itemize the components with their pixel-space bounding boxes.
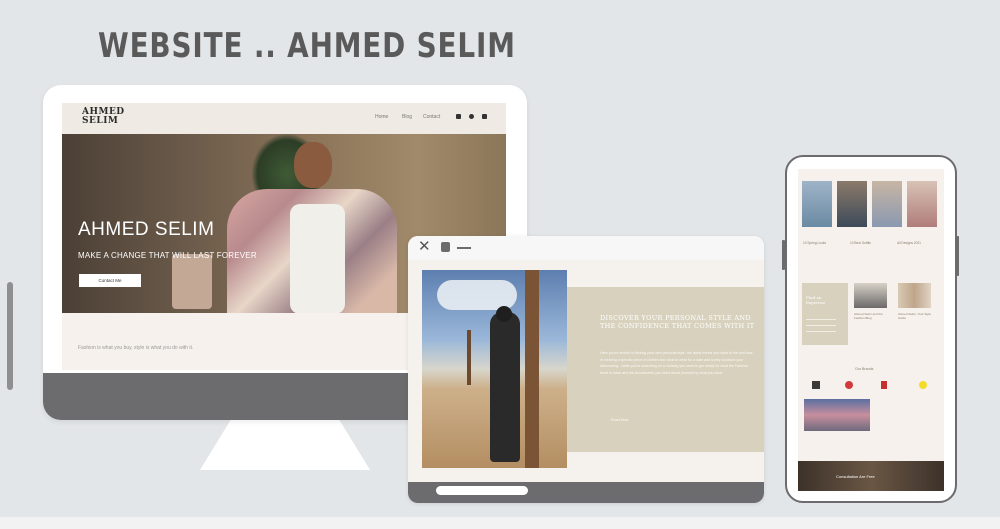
hero-title: AHMED SELIM <box>78 219 215 240</box>
window-titlebar: ✕ <box>408 236 764 260</box>
read-more-link[interactable]: Read More <box>611 418 629 422</box>
hero-person-head <box>294 142 332 188</box>
hero-subtitle: MAKE A CHANGE THAT WILL LAST FOREVER <box>78 251 257 260</box>
maximize-icon[interactable] <box>441 242 450 252</box>
brand-logo-3[interactable] <box>881 381 887 389</box>
brands-title: Our Brands <box>855 367 874 371</box>
caption-3[interactable]: All Designs 2021 <box>897 241 921 245</box>
facebook-icon[interactable] <box>456 114 461 119</box>
blog-caption-1[interactable]: Ahmed Selim and the Fashion Blog <box>854 312 892 320</box>
monitor-stand <box>200 420 370 470</box>
brand-logo-1[interactable] <box>812 381 820 389</box>
look-thumb-1[interactable] <box>802 181 832 227</box>
blog-image-1[interactable] <box>854 283 887 308</box>
look-thumb-4[interactable] <box>907 181 937 227</box>
beach-photo <box>422 270 567 468</box>
phone-footer-text[interactable]: Consultation Are Free <box>836 474 875 479</box>
panel-heading: DISCOVER YOUR PERSONAL STYLE AND THE CON… <box>600 314 755 330</box>
expertise-card-title: Find an Expertise <box>806 295 826 305</box>
instagram-icon[interactable] <box>469 114 474 119</box>
photo-post <box>525 270 539 468</box>
card-line <box>806 325 836 326</box>
side-table-decor <box>172 254 212 309</box>
caption-1[interactable]: 10 Spring Looks <box>803 241 826 245</box>
phone-screen: 10 Spring Looks 10 Best Outfits All Desi… <box>798 169 944 491</box>
blog-caption-2[interactable]: Ahmed Selim: Your Style Guide <box>898 312 936 320</box>
site-navbar: AHMED SELIM Home Blog Contact <box>62 103 506 134</box>
hero-person-tshirt <box>290 204 345 313</box>
scrollbar-handle[interactable] <box>7 282 13 390</box>
expertise-card <box>802 283 848 345</box>
page-heading: WEBSITE .. AHMED SELIM <box>98 26 516 66</box>
tablet-home-bar[interactable] <box>436 486 528 495</box>
logo-line-2: SELIM <box>82 116 119 126</box>
look-thumb-3[interactable] <box>872 181 902 227</box>
nav-contact-link[interactable]: Contact <box>423 114 440 120</box>
nav-blog-link[interactable]: Blog <box>402 114 412 120</box>
photo-person <box>490 312 520 462</box>
contact-me-button[interactable]: Contact Me <box>79 274 141 287</box>
tablet-window: ✕ DISCOVER YOUR PERSONAL STYLE AND THE C… <box>408 236 764 503</box>
card-line <box>806 331 836 332</box>
site-logo[interactable]: AHMED SELIM <box>82 108 125 126</box>
brand-logo-2[interactable] <box>845 381 853 389</box>
look-thumb-2[interactable] <box>837 181 867 227</box>
phone-device: 10 Spring Looks 10 Best Outfits All Desi… <box>785 155 957 503</box>
brand-logo-4[interactable] <box>919 381 927 389</box>
blog-image-2[interactable] <box>898 283 931 308</box>
minimize-icon[interactable] <box>457 247 471 249</box>
photo-post-small <box>467 330 471 385</box>
nav-home-link[interactable]: Home <box>375 114 388 120</box>
caption-2[interactable]: 10 Best Outfits <box>850 241 871 245</box>
youtube-icon[interactable] <box>482 114 487 119</box>
card-line <box>806 319 836 320</box>
bottom-strip <box>0 517 1000 529</box>
panel-body: Here you're arrived to finding your own … <box>600 351 753 375</box>
close-icon[interactable]: ✕ <box>418 239 431 254</box>
site-tagline: Fashion is what you buy, style is what y… <box>78 345 194 351</box>
pier-image[interactable] <box>804 399 870 431</box>
photo-person-head <box>496 306 512 322</box>
